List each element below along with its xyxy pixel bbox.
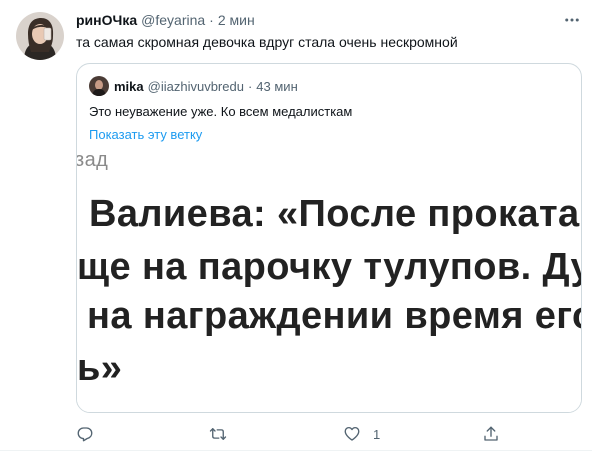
quoted-tweet-text: Это неуважение уже. Ко всем медалисткам: [89, 104, 353, 119]
media-text-line: ь»: [77, 347, 123, 389]
share-button[interactable]: [482, 424, 500, 444]
quoted-tweet[interactable]: mika @iiazhivuvbredu · 43 мин Это неуваж…: [76, 63, 582, 413]
separator-dot: ·: [209, 12, 214, 28]
tweet-time[interactable]: 2 мин: [218, 12, 255, 28]
reply-button[interactable]: [76, 424, 94, 444]
tweet[interactable]: ринОЧка @feyarina · 2 мин та самая скром…: [0, 0, 592, 451]
reply-icon: [77, 427, 93, 442]
media-text-line: на награждении время его: [87, 295, 581, 337]
separator-dot: ·: [247, 78, 253, 94]
quoted-tweet-time: 43 мин: [256, 78, 298, 94]
quoted-author-handle: @iiazhivuvbredu: [147, 78, 244, 94]
media-text-line: Валиева: «После проката р: [89, 193, 581, 235]
retweet-button[interactable]: [209, 424, 227, 444]
media-text-line: зад: [77, 151, 109, 171]
share-icon: [484, 426, 498, 441]
tweet-text: та самая скромная девочка вдруг стала оч…: [76, 34, 458, 50]
quoted-author-name: mika: [114, 78, 144, 94]
like-count: 1: [373, 426, 381, 442]
heart-icon: [344, 426, 360, 441]
more-dots-icon[interactable]: [563, 11, 581, 29]
quoted-tweet-media[interactable]: зад Валиева: «После проката р ще на паро…: [77, 151, 581, 412]
quoted-tweet-header: mika @iiazhivuvbredu · 43 мин: [89, 76, 298, 96]
retweet-icon: [209, 428, 227, 440]
like-button[interactable]: 1: [343, 424, 380, 444]
author-name[interactable]: ринОЧка: [76, 12, 137, 28]
author-handle[interactable]: @feyarina: [141, 12, 205, 28]
tweet-actions: 1: [76, 424, 498, 444]
tweet-header: ринОЧка @feyarina · 2 мин: [76, 11, 255, 29]
quoted-author-avatar: [89, 76, 109, 96]
show-thread-link[interactable]: Показать эту ветку: [89, 126, 202, 143]
author-avatar[interactable]: [16, 12, 64, 60]
media-text-line: ще на парочку тулупов. Дум: [77, 246, 581, 288]
